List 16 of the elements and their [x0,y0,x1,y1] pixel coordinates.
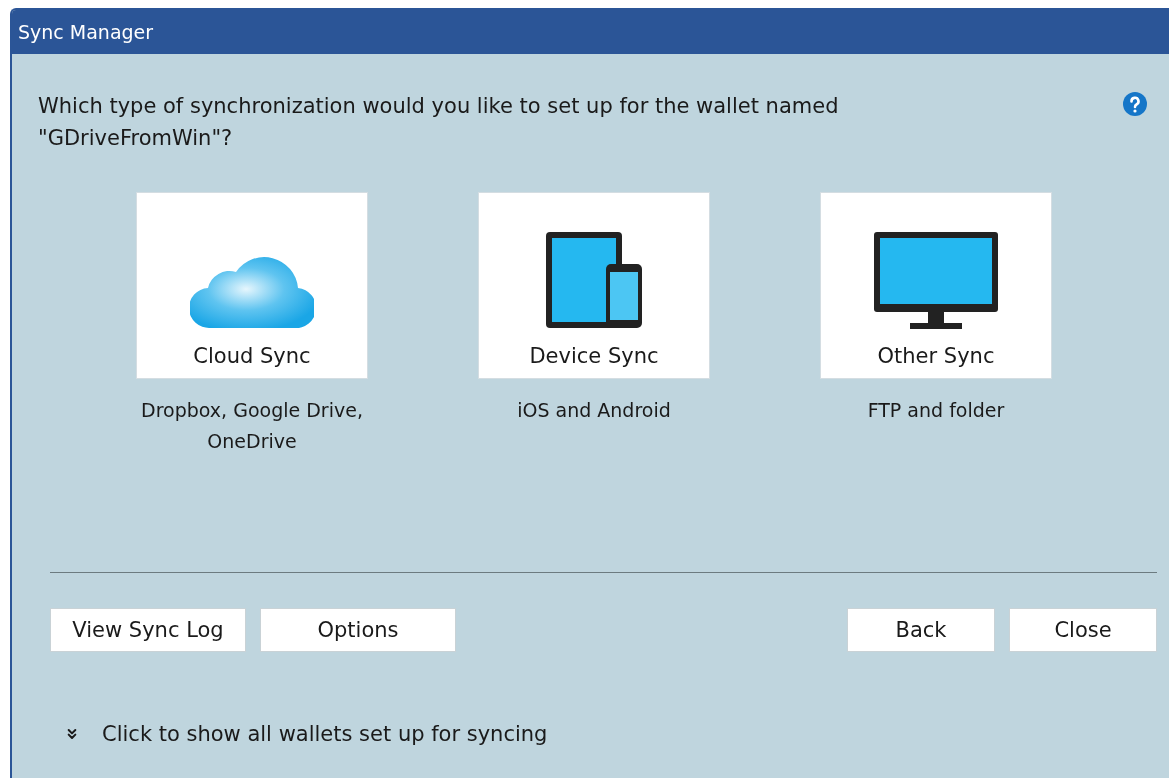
option-description: FTP and folder [866,398,1006,423]
sync-option-button[interactable]: Device Sync [478,192,710,379]
sync-option-button[interactable]: Cloud Sync [136,192,368,379]
show-wallets-toggle[interactable]: Click to show all wallets set up for syncing [64,722,1147,746]
option-description: iOS and Android [516,398,672,423]
help-icon[interactable] [1123,92,1147,116]
option-description: Dropbox, Google Drive, OneDrive [140,398,364,454]
back-button[interactable]: Back [847,608,995,652]
monitor-icon [874,230,998,330]
sync-option-button[interactable]: Other Sync [820,192,1052,379]
view-log-button[interactable]: View Sync Log [50,608,246,652]
question-text: Which type of synchronization would you like to set up for the wallet named "GDriveFromWin"? [38,93,840,152]
options-button[interactable]: Options [260,608,456,652]
close-button[interactable]: Close [1009,608,1157,652]
window-title: Sync Manager [18,21,154,43]
tablet-and-phone-icon [544,230,644,330]
